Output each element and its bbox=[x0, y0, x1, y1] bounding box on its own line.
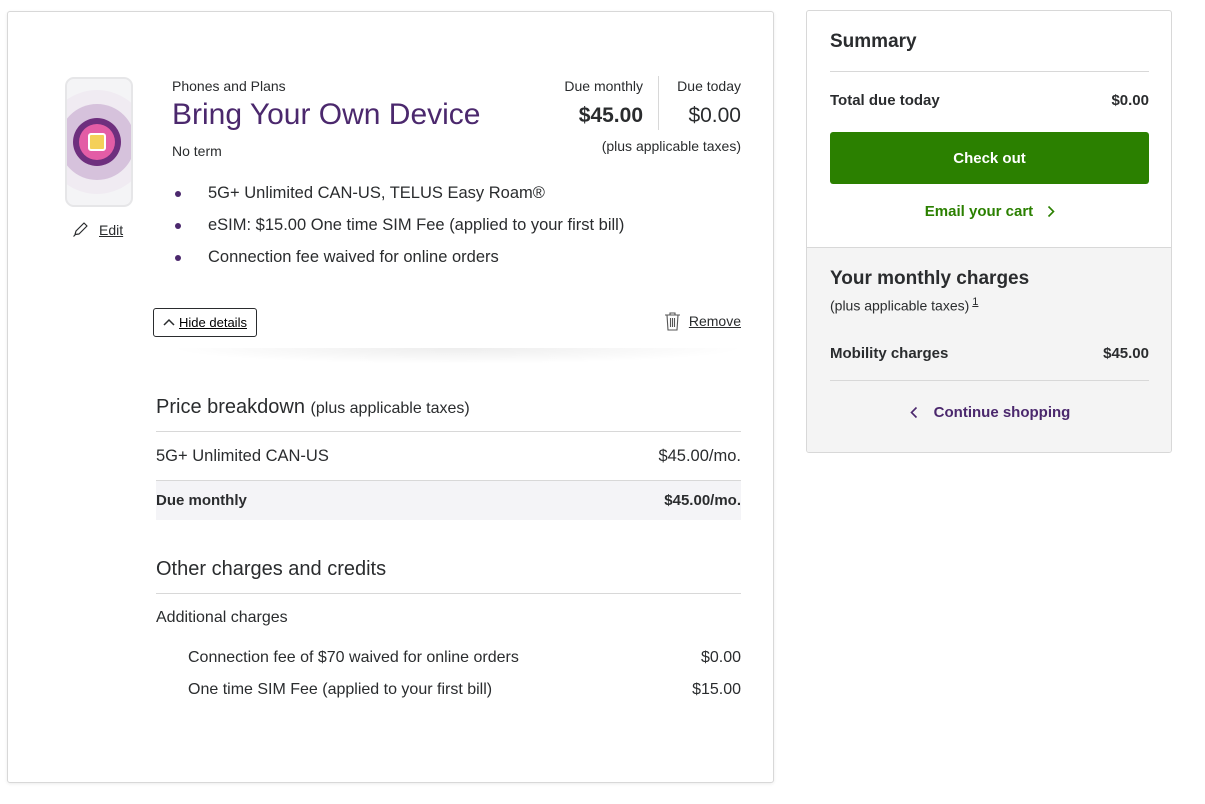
continue-shopping-link[interactable]: Continue shopping bbox=[807, 404, 1171, 421]
total-due-label: Total due today bbox=[830, 92, 940, 109]
term-label: No term bbox=[172, 143, 222, 159]
table-row: 5G+ Unlimited CAN-US $45.00/mo. bbox=[156, 447, 741, 466]
monthly-sub-text: (plus applicable taxes) bbox=[830, 297, 970, 314]
row-value: $0.00 bbox=[700, 649, 741, 666]
list-item: eSIM: $15.00 One time SIM Fee (applied t… bbox=[172, 216, 624, 248]
continue-shopping-label: Continue shopping bbox=[933, 404, 1071, 421]
table-row: Connection fee of $70 waived for online … bbox=[188, 649, 741, 667]
trash-icon bbox=[664, 312, 680, 331]
row-value: $45.00/mo. bbox=[658, 447, 741, 465]
divider bbox=[156, 593, 741, 594]
checkout-button[interactable]: Check out bbox=[830, 132, 1149, 184]
row-label: Connection fee of $70 waived for online … bbox=[188, 649, 519, 666]
monthly-charges-title: Your monthly charges bbox=[830, 268, 1030, 289]
due-today-value: $0.00 bbox=[688, 104, 741, 127]
row-value: $15.00 bbox=[692, 681, 741, 698]
monthly-charges-sub: (plus applicable taxes) 1 bbox=[830, 296, 978, 314]
divider bbox=[830, 71, 1149, 72]
chevron-right-icon bbox=[1048, 205, 1055, 218]
mobility-label: Mobility charges bbox=[830, 345, 949, 362]
email-cart-link[interactable]: Email your cart bbox=[807, 203, 1171, 220]
row-label: 5G+ Unlimited CAN-US bbox=[156, 447, 329, 465]
edit-link[interactable]: Edit bbox=[72, 221, 123, 238]
row-label: One time SIM Fee (applied to your first … bbox=[188, 681, 493, 698]
price-breakdown-sub: (plus applicable taxes) bbox=[310, 400, 470, 417]
monthly-charges-section: Your monthly charges (plus applicable ta… bbox=[807, 247, 1171, 452]
additional-charges-label: Additional charges bbox=[156, 609, 741, 627]
due-divider bbox=[658, 76, 659, 130]
remove-label: Remove bbox=[688, 313, 741, 329]
summary-panel: Summary Total due today $0.00 Check out … bbox=[806, 10, 1172, 453]
total-due-value: $0.00 bbox=[1111, 92, 1149, 109]
divider bbox=[156, 431, 741, 432]
edit-label: Edit bbox=[99, 221, 124, 238]
row-value: $45.00/mo. bbox=[664, 492, 741, 509]
product-title: Bring Your Own Device bbox=[172, 98, 481, 131]
feature-text: Connection fee waived for online orders bbox=[208, 248, 499, 266]
mobility-value: $45.00 bbox=[1103, 345, 1149, 362]
sim-chip-icon bbox=[65, 77, 133, 207]
price-breakdown-heading: Price breakdown bbox=[156, 396, 305, 418]
other-charges-title: Other charges and credits bbox=[156, 558, 387, 580]
summary-title: Summary bbox=[830, 31, 917, 52]
group-label: Additional charges bbox=[156, 609, 288, 626]
list-item: 5G+ Unlimited CAN-US, TELUS Easy Roam® bbox=[172, 184, 624, 216]
table-row: One time SIM Fee (applied to your first … bbox=[188, 681, 741, 699]
hide-details-button[interactable]: Hide details bbox=[153, 308, 257, 337]
remove-link[interactable]: Remove bbox=[664, 311, 741, 331]
section-shadow bbox=[168, 348, 748, 364]
cart-item-card: Edit Phones and Plans Bring Your Own Dev… bbox=[7, 11, 774, 783]
email-cart-label: Email your cart bbox=[924, 203, 1034, 220]
pencil-icon bbox=[73, 222, 88, 237]
feature-list: 5G+ Unlimited CAN-US, TELUS Easy Roam® e… bbox=[172, 184, 624, 280]
due-today-label: Due today bbox=[677, 78, 741, 94]
due-monthly-value: $45.00 bbox=[578, 104, 643, 127]
due-monthly-total-row: Due monthly $45.00/mo. bbox=[156, 480, 741, 520]
divider bbox=[830, 380, 1149, 381]
chevron-left-icon bbox=[910, 406, 917, 419]
chevron-up-icon bbox=[163, 318, 175, 326]
category-eyebrow: Phones and Plans bbox=[172, 78, 286, 94]
list-item: Connection fee waived for online orders bbox=[172, 248, 624, 280]
feature-text: eSIM: $15.00 One time SIM Fee (applied t… bbox=[208, 216, 625, 234]
taxes-note: (plus applicable taxes) bbox=[601, 138, 741, 154]
hide-details-label: Hide details bbox=[179, 315, 247, 330]
mobility-charges-row: Mobility charges $45.00 bbox=[830, 345, 1149, 362]
total-due-row: Total due today $0.00 bbox=[830, 92, 1149, 109]
row-label: Due monthly bbox=[156, 492, 247, 509]
price-breakdown-title: Price breakdown (plus applicable taxes) bbox=[156, 396, 470, 419]
feature-text: 5G+ Unlimited CAN-US, TELUS Easy Roam® bbox=[208, 184, 545, 202]
footnote-link[interactable]: 1 bbox=[972, 296, 978, 308]
due-monthly-label: Due monthly bbox=[564, 78, 643, 94]
